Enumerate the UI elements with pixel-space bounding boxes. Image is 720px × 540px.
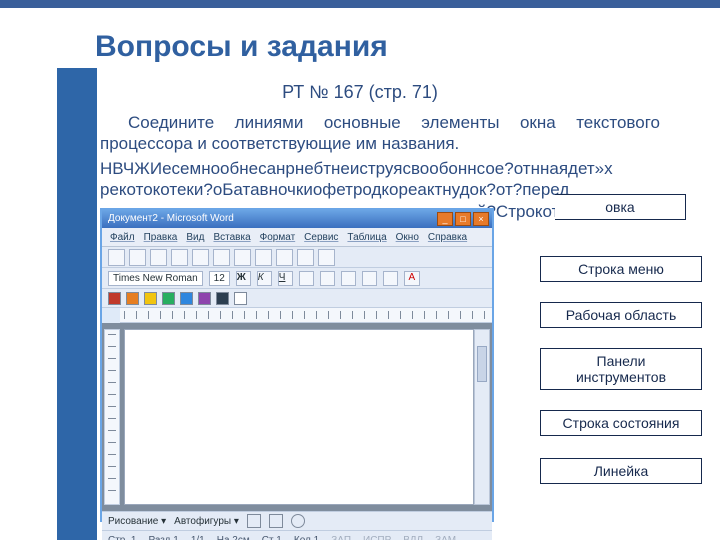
menu-file[interactable]: Файл bbox=[110, 232, 135, 243]
status-ln: Ст 1 bbox=[262, 535, 282, 540]
status-col: Кол 1 bbox=[294, 535, 319, 540]
ruler-horizontal[interactable] bbox=[120, 308, 492, 323]
word-statusbar: Стр. 1 Разд 1 1/1 На 2см Ст 1 Кол 1 ЗАП … bbox=[102, 530, 492, 540]
zoom-icon[interactable] bbox=[318, 249, 335, 266]
status-flag-vdl: ВДЛ bbox=[403, 535, 423, 540]
menu-help[interactable]: Справка bbox=[428, 232, 467, 243]
autoshapes-menu[interactable]: Автофигуры ▾ bbox=[174, 516, 239, 527]
word-workarea bbox=[102, 323, 492, 511]
bullets-icon[interactable] bbox=[383, 271, 398, 286]
status-flag-zam: ЗАМ bbox=[435, 535, 456, 540]
slide: Вопросы и задания РТ № 167 (стр. 71) Сое… bbox=[0, 0, 720, 540]
align-right-icon[interactable] bbox=[341, 271, 356, 286]
copy-icon[interactable] bbox=[213, 249, 230, 266]
bold-icon[interactable]: Ж bbox=[236, 271, 251, 286]
redo-icon[interactable] bbox=[276, 249, 293, 266]
font-name[interactable]: Times New Roman bbox=[108, 271, 203, 286]
swatch-white[interactable] bbox=[234, 292, 247, 305]
rect-shape-icon[interactable] bbox=[269, 514, 283, 528]
cut-icon[interactable] bbox=[192, 249, 209, 266]
close-button[interactable]: × bbox=[473, 212, 489, 226]
swatch-green[interactable] bbox=[162, 292, 175, 305]
label-titlebar-fragment[interactable]: овка bbox=[555, 194, 686, 220]
word-window: Документ2 - Microsoft Word _ □ × Файл Пр… bbox=[100, 208, 494, 522]
menu-edit[interactable]: Правка bbox=[144, 232, 178, 243]
save-icon[interactable] bbox=[150, 249, 167, 266]
swatch-blue[interactable] bbox=[180, 292, 193, 305]
status-at: На 2см bbox=[217, 535, 250, 540]
minimize-button[interactable]: _ bbox=[437, 212, 453, 226]
menu-insert[interactable]: Вставка bbox=[213, 232, 250, 243]
status-page: Стр. 1 bbox=[108, 535, 136, 540]
menu-window[interactable]: Окно bbox=[396, 232, 419, 243]
document-page[interactable] bbox=[124, 329, 474, 505]
table-icon[interactable] bbox=[297, 249, 314, 266]
align-justify-icon[interactable] bbox=[362, 271, 377, 286]
label-statusbar[interactable]: Строка состояния bbox=[540, 410, 702, 436]
standard-toolbar[interactable] bbox=[102, 247, 492, 268]
drawing-toolbar[interactable]: Рисование ▾ Автофигуры ▾ bbox=[102, 511, 492, 530]
word-title: Документ2 - Microsoft Word bbox=[108, 213, 234, 224]
menu-format[interactable]: Формат bbox=[260, 232, 296, 243]
open-icon[interactable] bbox=[129, 249, 146, 266]
label-workarea[interactable]: Рабочая область bbox=[540, 302, 702, 328]
swatch-purple[interactable] bbox=[198, 292, 211, 305]
status-flag-zap: ЗАП bbox=[331, 535, 351, 540]
task-text-content: Соедините линиями основные элементы окна… bbox=[100, 113, 660, 153]
swatch-red[interactable] bbox=[108, 292, 121, 305]
line-shape-icon[interactable] bbox=[247, 514, 261, 528]
menu-service[interactable]: Сервис bbox=[304, 232, 338, 243]
menu-view[interactable]: Вид bbox=[186, 232, 204, 243]
ruler-vertical[interactable] bbox=[104, 329, 120, 505]
label-menu[interactable]: Строка меню bbox=[540, 256, 702, 282]
status-pages: 1/1 bbox=[191, 535, 205, 540]
status-sect: Разд 1 bbox=[148, 535, 178, 540]
side-strip bbox=[57, 68, 97, 540]
label-toolbars[interactable]: Панели инструментов bbox=[540, 348, 702, 390]
swatch-orange[interactable] bbox=[126, 292, 139, 305]
font-color-icon[interactable]: A bbox=[404, 271, 420, 286]
scrollbar-vertical[interactable] bbox=[474, 329, 490, 505]
formatting-toolbar[interactable]: Times New Roman 12 Ж К Ч A bbox=[102, 268, 492, 289]
drawing-menu[interactable]: Рисование ▾ bbox=[108, 516, 166, 527]
label-ruler[interactable]: Линейка bbox=[540, 458, 702, 484]
status-flag-ispr: ИСПР bbox=[363, 535, 391, 540]
word-titlebar[interactable]: Документ2 - Microsoft Word _ □ × bbox=[102, 210, 492, 228]
task-text: Соедините линиями основные элементы окна… bbox=[100, 112, 660, 155]
swatch-black[interactable] bbox=[216, 292, 229, 305]
top-band bbox=[0, 0, 720, 8]
align-center-icon[interactable] bbox=[320, 271, 335, 286]
align-left-icon[interactable] bbox=[299, 271, 314, 286]
maximize-button[interactable]: □ bbox=[455, 212, 471, 226]
underline-icon[interactable]: Ч bbox=[278, 271, 293, 286]
swatch-yellow[interactable] bbox=[144, 292, 157, 305]
page-title: Вопросы и задания bbox=[95, 30, 388, 64]
window-buttons: _ □ × bbox=[437, 212, 489, 226]
italic-icon[interactable]: К bbox=[257, 271, 272, 286]
font-size[interactable]: 12 bbox=[209, 271, 230, 286]
print-icon[interactable] bbox=[171, 249, 188, 266]
new-icon[interactable] bbox=[108, 249, 125, 266]
word-menubar[interactable]: Файл Правка Вид Вставка Формат Сервис Та… bbox=[102, 228, 492, 247]
menu-table[interactable]: Таблица bbox=[347, 232, 386, 243]
oval-shape-icon[interactable] bbox=[291, 514, 305, 528]
paste-icon[interactable] bbox=[234, 249, 251, 266]
undo-icon[interactable] bbox=[255, 249, 272, 266]
color-toolbar[interactable] bbox=[102, 289, 492, 308]
workbook-reference: РТ № 167 (стр. 71) bbox=[0, 82, 720, 103]
